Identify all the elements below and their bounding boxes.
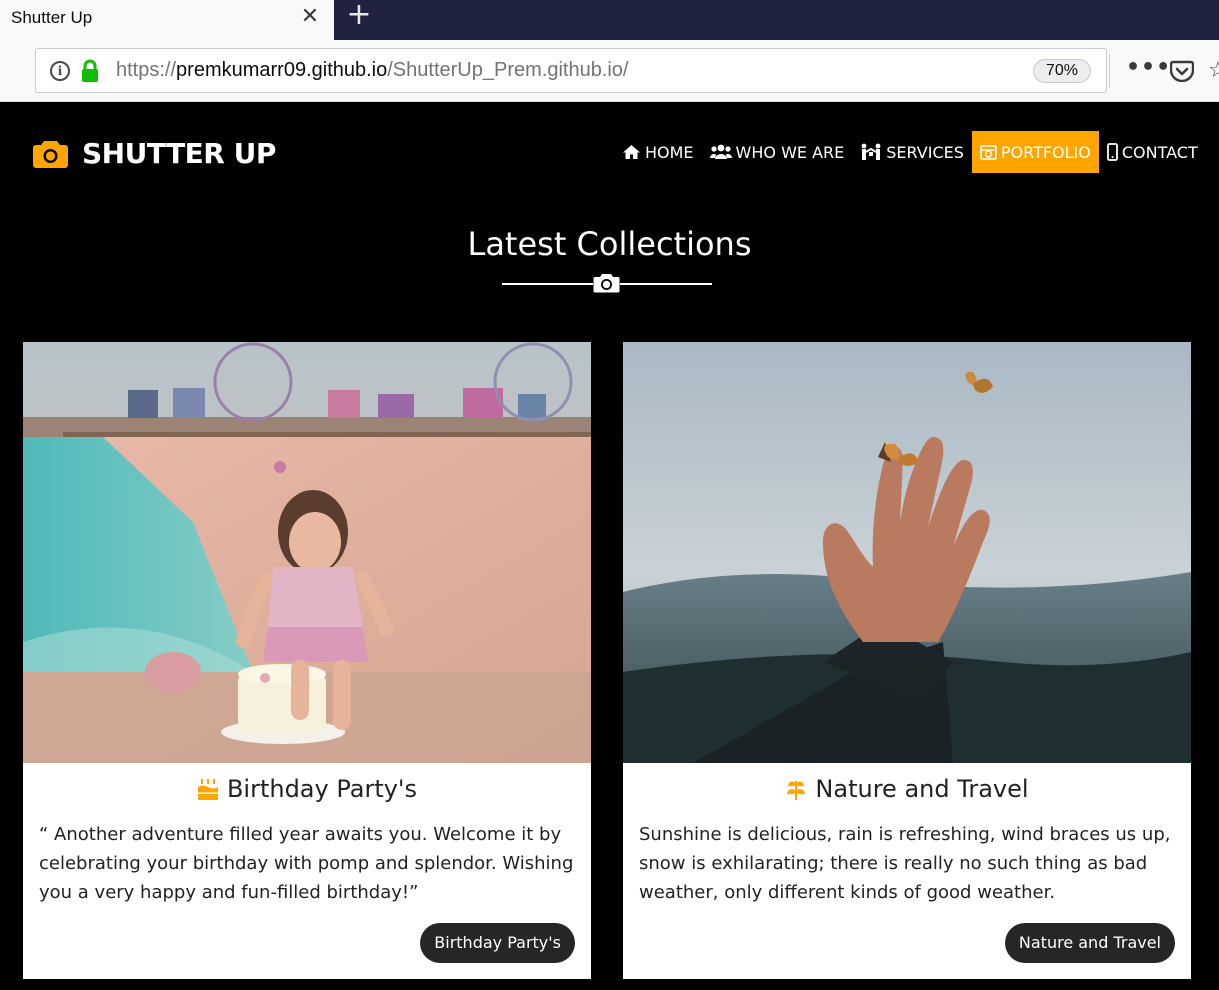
birthday-photo-illustration <box>23 342 591 763</box>
url-path: /ShutterUp_Prem.github.io/ <box>387 59 629 81</box>
url-prefix: https:// <box>116 59 177 81</box>
bookmark-star-icon[interactable]: ☆ <box>1208 58 1219 83</box>
card-description: “ Another adventure filled year awaits y… <box>39 824 574 903</box>
website: SHUTTER UP HOME WHO WE ARE SERVICES PORT… <box>0 103 1219 990</box>
toolbar-separator <box>1109 54 1110 88</box>
nav-contact[interactable]: CONTACT <box>1099 131 1206 173</box>
home-icon <box>623 145 640 159</box>
nav-who-we-are[interactable]: WHO WE ARE <box>702 131 853 173</box>
browser-tab[interactable]: Shutter Up ✕ <box>0 0 334 40</box>
nature-photo <box>623 342 1191 763</box>
pocket-icon[interactable] <box>1170 60 1194 82</box>
card-title: Nature and Travel <box>623 775 1191 803</box>
brand-logo[interactable]: SHUTTER UP <box>33 136 276 170</box>
camera-divider-icon <box>593 272 620 294</box>
more-actions-icon[interactable]: ••• <box>1126 57 1171 79</box>
nav-portfolio-label: PORTFOLIO <box>1000 142 1091 162</box>
nav-home[interactable]: HOME <box>614 131 702 173</box>
card-tag-button[interactable]: Birthday Party's <box>420 923 575 963</box>
lock-icon[interactable] <box>80 59 100 83</box>
services-icon <box>861 143 881 160</box>
collection-card-nature[interactable]: Nature and Travel Sunshine is delicious,… <box>623 342 1191 979</box>
nav-home-label: HOME <box>645 142 694 162</box>
brand-name: SHUTTER UP <box>82 136 276 170</box>
main-nav: HOME WHO WE ARE SERVICES PORTFOLIO CONTA… <box>614 131 1206 173</box>
mobile-icon <box>1106 143 1118 161</box>
nav-portfolio[interactable]: PORTFOLIO <box>971 131 1099 173</box>
card-title: Birthday Party's <box>23 775 591 803</box>
close-tab-icon[interactable]: ✕ <box>298 4 322 30</box>
birthday-cake-icon <box>197 779 218 800</box>
card-title-text: Birthday Party's <box>226 775 418 803</box>
nav-who-we-are-label: WHO WE ARE <box>735 142 845 162</box>
card-tag-button[interactable]: Nature and Travel <box>1004 923 1175 963</box>
leaf-icon <box>787 781 806 800</box>
zoom-badge[interactable]: 70% <box>1033 59 1091 83</box>
camera-logo-icon <box>33 141 68 168</box>
birthday-photo <box>23 342 591 763</box>
address-bar[interactable]: i https://premkumarr09.github.io/Shutter… <box>35 48 1107 93</box>
users-icon <box>709 144 732 159</box>
tab-title: Shutter Up <box>11 8 93 27</box>
browser-tab-strip: Shutter Up ✕ + <box>0 0 1219 40</box>
nature-photo-illustration <box>623 342 1191 763</box>
url-text[interactable]: https://premkumarr09.github.io/ShutterUp… <box>116 59 629 82</box>
nav-services-label: SERVICES <box>886 142 964 162</box>
collection-card-birthday[interactable]: Birthday Party's “ Another adventure fil… <box>23 342 591 979</box>
card-title-text: Nature and Travel <box>815 775 1029 803</box>
info-icon[interactable]: i <box>50 61 70 81</box>
new-tab-icon[interactable]: + <box>343 0 375 32</box>
nav-contact-label: CONTACT <box>1121 142 1198 162</box>
section-title: Latest Collections <box>467 225 752 263</box>
url-host: premkumarr09.github.io <box>176 59 388 81</box>
card-description: Sunshine is delicious, rain is refreshin… <box>639 824 1171 903</box>
browser-toolbar: i https://premkumarr09.github.io/Shutter… <box>0 40 1219 102</box>
nav-services[interactable]: SERVICES <box>852 131 972 173</box>
camera-retro-icon <box>980 144 997 160</box>
